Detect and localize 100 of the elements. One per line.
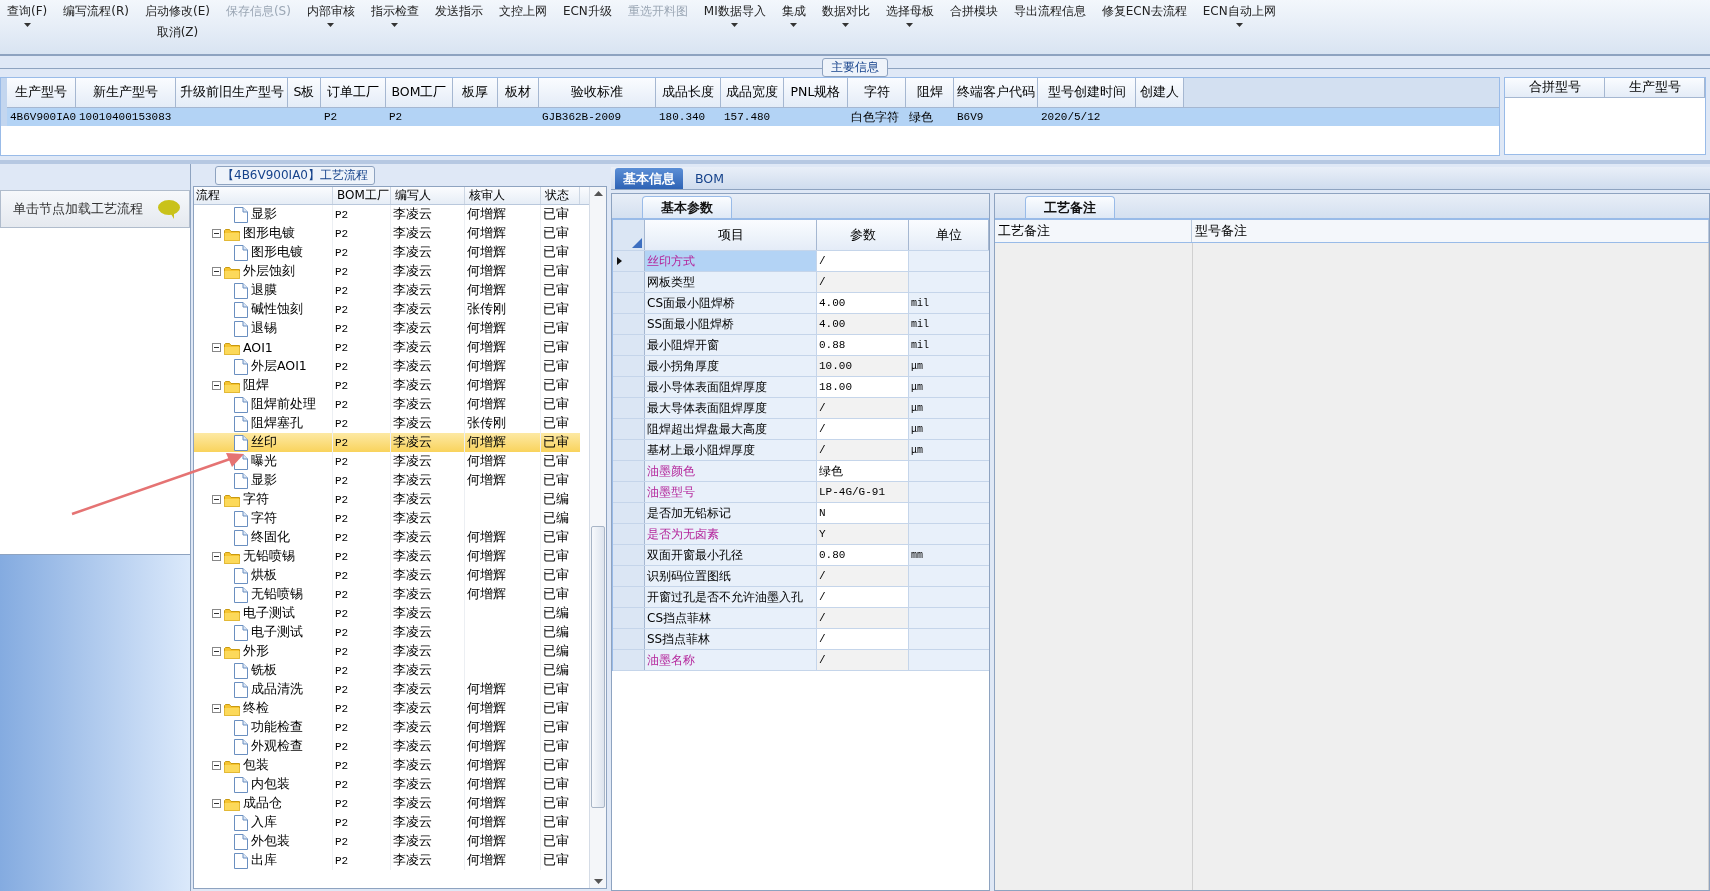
toolbar-button[interactable]: 导出流程信息 <box>1010 2 1089 21</box>
table-row[interactable]: 是否为无卤素 Y <box>613 524 989 545</box>
column-header[interactable]: 单位 <box>909 220 989 250</box>
table-row[interactable]: 最大导体表面阻焊厚度 / μm <box>613 398 989 419</box>
tree-row[interactable]: 成品仓 P2 李凌云 何增辉 已审 <box>194 794 589 813</box>
tree-row[interactable]: 烘板 P2 李凌云 何增辉 已审 <box>194 566 589 585</box>
table-row[interactable]: 油墨颜色 绿色 <box>613 461 989 482</box>
caret-icon[interactable] <box>842 23 850 27</box>
column-header[interactable]: 字符 <box>848 78 906 108</box>
table-row[interactable]: SS挡点菲林 / <box>613 629 989 650</box>
column-header[interactable]: 工艺备注 <box>995 220 1192 242</box>
collapse-icon[interactable] <box>212 495 221 504</box>
tree-row[interactable]: 显影 P2 李凌云 何增辉 已审 <box>194 205 589 224</box>
toolbar-button[interactable]: 集成 <box>778 2 809 28</box>
tree-row[interactable]: 电子测试 P2 李凌云 已编 <box>194 604 589 623</box>
tree-row[interactable]: 外层AOI1 P2 李凌云 何增辉 已审 <box>194 357 589 376</box>
tree-row[interactable]: 阻焊前处理 P2 李凌云 何增辉 已审 <box>194 395 589 414</box>
toolbar-button[interactable]: ECN升级 <box>559 2 615 21</box>
table-row[interactable]: 阻焊超出焊盘最大高度 / μm <box>613 419 989 440</box>
tree-row[interactable]: 退膜 P2 李凌云 何增辉 已审 <box>194 281 589 300</box>
collapse-icon[interactable] <box>212 647 221 656</box>
tree-row[interactable]: 图形电镀 P2 李凌云 何增辉 已审 <box>194 243 589 262</box>
toolbar-button[interactable]: 取消(Z) <box>153 23 202 42</box>
toolbar-button[interactable]: 修复ECN去流程 <box>1098 2 1190 21</box>
column-header[interactable]: 流程 <box>194 187 333 204</box>
collapse-icon[interactable] <box>212 343 221 352</box>
tree-row[interactable]: 无铅喷锡 P2 李凌云 何增辉 已审 <box>194 547 589 566</box>
table-row[interactable]: 最小阻焊开窗 0.88 mil <box>613 335 989 356</box>
tab[interactable]: BOM <box>687 168 732 189</box>
toolbar-button[interactable]: 指示检查 <box>367 2 422 28</box>
column-header[interactable]: 生产型号 <box>1605 78 1705 98</box>
column-header[interactable]: 终端客户代码 <box>954 78 1038 108</box>
collapse-icon[interactable] <box>212 229 221 238</box>
table-row[interactable]: 油墨型号 LP-4G/G-91 <box>613 482 989 503</box>
column-header[interactable]: 型号创建时间 <box>1038 78 1136 108</box>
tree-row[interactable]: 入库 P2 李凌云 何增辉 已审 <box>194 813 589 832</box>
collapse-icon[interactable] <box>212 267 221 276</box>
tree-row[interactable]: 包装 P2 李凌云 何增辉 已审 <box>194 756 589 775</box>
table-row[interactable]: 是否加无铅标记 N <box>613 503 989 524</box>
column-header[interactable]: 核审人 <box>465 187 541 204</box>
toolbar-button[interactable]: MI数据导入 <box>700 2 769 28</box>
tab[interactable]: 基本信息 <box>615 168 683 189</box>
tree-row[interactable]: 图形电镀 P2 李凌云 何增辉 已审 <box>194 224 589 243</box>
toolbar-button[interactable]: 内部审核 <box>303 2 358 28</box>
column-header[interactable]: 成品宽度 <box>721 78 784 108</box>
tree-row[interactable]: 内包装 P2 李凌云 何增辉 已审 <box>194 775 589 794</box>
select-all-icon[interactable] <box>632 238 642 248</box>
scrollbar-thumb[interactable] <box>591 526 605 808</box>
caret-icon[interactable] <box>391 23 399 27</box>
column-header[interactable]: 型号备注 <box>1192 220 1709 242</box>
table-row[interactable]: 识别码位置图纸 / <box>613 566 989 587</box>
tree-row[interactable]: 电子测试 P2 李凌云 已编 <box>194 623 589 642</box>
tree-row[interactable]: 退锡 P2 李凌云 何增辉 已审 <box>194 319 589 338</box>
collapse-icon[interactable] <box>212 381 221 390</box>
tree-row[interactable]: 外观检查 P2 李凌云 何增辉 已审 <box>194 737 589 756</box>
column-header[interactable]: 订单工厂 <box>321 78 386 108</box>
tree-row[interactable]: 碱性蚀刻 P2 李凌云 张传刚 已审 <box>194 300 589 319</box>
tree-row[interactable]: 字符 P2 李凌云 已编 <box>194 509 589 528</box>
table-row[interactable]: 油墨名称 / <box>613 650 989 671</box>
table-row[interactable]: 最小导体表面阻焊厚度 18.00 μm <box>613 377 989 398</box>
column-header[interactable]: 编写人 <box>391 187 465 204</box>
table-row[interactable]: CS面最小阻焊桥 4.00 mil <box>613 293 989 314</box>
table-row[interactable]: 网板类型 / <box>613 272 989 293</box>
tab[interactable]: 工艺备注 <box>1025 196 1115 218</box>
table-row[interactable]: 基材上最小阻焊厚度 / μm <box>613 440 989 461</box>
collapse-icon[interactable] <box>212 799 221 808</box>
tree-row[interactable]: 外层蚀刻 P2 李凌云 何增辉 已审 <box>194 262 589 281</box>
caret-icon[interactable] <box>327 23 335 27</box>
collapse-icon[interactable] <box>212 761 221 770</box>
tree-row[interactable]: AOI1 P2 李凌云 何增辉 已审 <box>194 338 589 357</box>
tree-row[interactable]: 外形 P2 李凌云 已编 <box>194 642 589 661</box>
table-row[interactable]: CS挡点菲林 / <box>613 608 989 629</box>
column-header[interactable]: 板材 <box>498 78 539 108</box>
table-row[interactable]: 丝印方式 / <box>613 251 989 272</box>
caret-icon[interactable] <box>1235 23 1243 27</box>
toolbar-button[interactable]: 启动修改(E) <box>141 2 213 21</box>
tree-row[interactable]: 铣板 P2 李凌云 已编 <box>194 661 589 680</box>
column-header[interactable]: 创建人 <box>1136 78 1184 108</box>
toolbar-button[interactable]: 数据对比 <box>818 2 873 28</box>
tree-row[interactable]: 终固化 P2 李凌云 何增辉 已审 <box>194 528 589 547</box>
toolbar-button[interactable]: 发送指示 <box>431 2 486 21</box>
table-row[interactable]: 最小拐角厚度 10.00 μm <box>613 356 989 377</box>
column-header[interactable]: S板 <box>288 78 321 108</box>
tree-row[interactable]: 显影 P2 李凌云 何增辉 已审 <box>194 471 589 490</box>
table-row[interactable]: 4B6V900IA0 10010400153083 P2 P2 GJB362B-2009 180.340 157.480 白色字符 绿色 B6V9 2020/5/12 <box>1 108 1499 126</box>
column-header[interactable]: 验收标准 <box>539 78 656 108</box>
collapse-icon[interactable] <box>212 552 221 561</box>
caret-icon[interactable] <box>731 23 739 27</box>
collapse-icon[interactable] <box>212 704 221 713</box>
caret-icon[interactable] <box>790 23 798 27</box>
column-header[interactable]: 状态 <box>541 187 580 204</box>
column-header[interactable]: 成品长度 <box>656 78 721 108</box>
caret-icon[interactable] <box>23 23 31 27</box>
column-header[interactable]: 新生产型号 <box>76 78 176 108</box>
column-header[interactable]: 升级前旧生产型号 <box>176 78 288 108</box>
caret-icon[interactable] <box>906 23 914 27</box>
tree-row[interactable]: 功能检查 P2 李凌云 何增辉 已审 <box>194 718 589 737</box>
tab[interactable]: 基本参数 <box>642 196 732 218</box>
toolbar-button[interactable]: 合拼模块 <box>946 2 1001 21</box>
tree-row[interactable]: 终检 P2 李凌云 何增辉 已审 <box>194 699 589 718</box>
